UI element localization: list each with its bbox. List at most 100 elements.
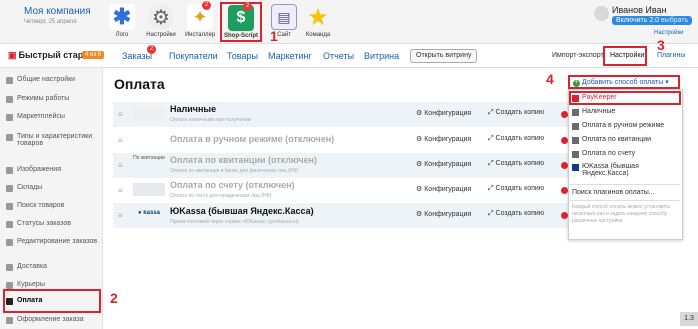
- sidebar-item-search[interactable]: Поиск товаров: [6, 202, 102, 210]
- sidebar-item-product-types[interactable]: Типы и характеристики товаров: [6, 133, 102, 147]
- truck-icon: [6, 264, 13, 271]
- plan-badge[interactable]: Включить 2.0 выбрать: [612, 16, 693, 25]
- dropdown-item-invoice[interactable]: Оплата по счету: [572, 150, 680, 158]
- paykeeper-icon: [572, 95, 579, 102]
- drag-handle-icon[interactable]: ≡: [118, 110, 123, 119]
- manual-icon: [572, 123, 579, 130]
- sidebar-item-modes[interactable]: Режимы работы: [6, 95, 102, 103]
- dropdown-item-paykeeper[interactable]: PayKeeper: [572, 94, 680, 102]
- add-payment-button[interactable]: + Добавить способ оплаты ▾: [568, 75, 680, 89]
- page-title: Оплата: [114, 76, 165, 92]
- warehouse-icon: [6, 185, 13, 192]
- user-name[interactable]: Иванов Иван: [612, 5, 667, 15]
- delete-icon[interactable]: [561, 162, 568, 169]
- sidebar-item-order-editing[interactable]: Редактирование заказов: [6, 238, 102, 246]
- sidebar-item-stocks[interactable]: Склады: [6, 184, 102, 192]
- sidebar-item-general[interactable]: Общие настройки: [6, 76, 102, 84]
- app-team[interactable]: ★ Команда: [300, 3, 336, 39]
- payment-name[interactable]: Оплата в ручном режиме (отключен): [170, 134, 334, 144]
- payment-logo: [133, 183, 165, 196]
- copy-button[interactable]: ⤢ Создать копию: [488, 185, 544, 193]
- payment-name[interactable]: Наличные: [170, 104, 216, 114]
- payment-logo: [133, 108, 165, 121]
- sidebar-item-checkout[interactable]: Оформление заказа: [6, 316, 102, 324]
- nav-products[interactable]: Товары: [227, 51, 258, 61]
- app-logo[interactable]: ✱ Лого: [104, 4, 140, 38]
- dropdown-divider: [570, 200, 680, 201]
- type-icon: [6, 134, 13, 141]
- settings-icon: [6, 77, 13, 84]
- configure-button[interactable]: ⚙ Конфигурация: [416, 160, 471, 168]
- invoice-icon: [572, 151, 579, 158]
- payment-desc: Оплата наличными при получении: [170, 117, 251, 123]
- payment-name[interactable]: ЮKassa (бывшая Яндекс.Касса): [170, 206, 314, 216]
- courier-icon: [6, 282, 13, 289]
- company-name[interactable]: Моя компания: [24, 6, 91, 17]
- receipt-icon: [572, 137, 579, 144]
- app-shop-script[interactable]: $2 Shop-Script: [220, 2, 262, 42]
- delete-icon[interactable]: [561, 137, 568, 144]
- search-plugins-link[interactable]: Поиск плагинов оплаты...: [572, 189, 680, 196]
- avatar[interactable]: [594, 6, 609, 21]
- sidebar-item-order-statuses[interactable]: Статусы заказов: [6, 220, 102, 228]
- open-storefront-button[interactable]: Открыть витрину: [410, 49, 478, 63]
- nav-settings[interactable]: Настройки: [610, 52, 644, 59]
- dropdown-item-cash[interactable]: Наличные: [572, 108, 680, 116]
- annotation-3: 3: [657, 37, 665, 53]
- orders-badge: 2: [147, 45, 156, 54]
- nav-marketing[interactable]: Маркетинг: [268, 51, 312, 61]
- sidebar-item-couriers[interactable]: Курьеры: [6, 281, 102, 289]
- copy-button[interactable]: ⤢ Создать копию: [488, 160, 544, 168]
- asterisk-icon: ✱: [109, 4, 135, 30]
- nav-storefront[interactable]: Витрина: [364, 51, 399, 61]
- sidebar-item-payment[interactable]: Оплата: [6, 297, 102, 305]
- nav-reports[interactable]: Отчеты: [323, 51, 354, 61]
- yookassa-icon: [572, 164, 579, 171]
- nav-plugins[interactable]: Плагины: [657, 52, 685, 59]
- quick-start[interactable]: ▣ Быстрый старт: [8, 50, 88, 61]
- status-icon: [6, 221, 13, 228]
- shop-script-icon: $2: [228, 2, 254, 31]
- star-icon: ★: [307, 3, 329, 31]
- search-icon: [6, 203, 13, 210]
- dropdown-item-manual[interactable]: Оплата в ручном режиме: [572, 122, 680, 130]
- app-installer[interactable]: ✦ 2 Инсталлер: [182, 1, 218, 38]
- delete-icon[interactable]: [561, 111, 568, 118]
- edit-icon: [6, 239, 13, 246]
- gear-icon: ⚙: [148, 4, 174, 30]
- payment-name[interactable]: Оплата по квитанции (отключен): [170, 155, 317, 165]
- configure-button[interactable]: ⚙ Конфигурация: [416, 210, 471, 218]
- marketplace-icon: [6, 114, 13, 121]
- configure-button[interactable]: ⚙ Конфигурация: [416, 185, 471, 193]
- delete-icon[interactable]: [561, 187, 568, 194]
- payment-logo: По квитанции: [133, 155, 165, 161]
- dropdown-item-receipt[interactable]: Оплата по квитанции: [572, 136, 680, 144]
- sidebar-item-shipping[interactable]: Доставка: [6, 263, 102, 271]
- copy-button[interactable]: ⤢ Создать копию: [488, 210, 544, 218]
- drag-handle-icon[interactable]: ≡: [118, 186, 123, 195]
- copy-button[interactable]: ⤢ Создать копию: [488, 135, 544, 143]
- drag-handle-icon[interactable]: ≡: [118, 211, 123, 220]
- cash-icon: [572, 109, 579, 116]
- drag-handle-icon[interactable]: ≡: [118, 136, 123, 145]
- dropdown-divider: [570, 184, 680, 185]
- quick-start-badge: 4 из 6: [82, 51, 105, 59]
- user-settings-link[interactable]: Настройки: [654, 30, 683, 36]
- configure-button[interactable]: ⚙ Конфигурация: [416, 135, 471, 143]
- site-icon: ▤: [271, 4, 297, 30]
- payment-desc: Оплата по счету для юридических лиц (РФ): [170, 193, 272, 199]
- annotation-2: 2: [110, 290, 118, 306]
- dropdown-item-yookassa[interactable]: ЮKassa (бывшая Яндекс.Касса): [572, 163, 680, 177]
- payment-name[interactable]: Оплата по счету (отключен): [170, 180, 295, 190]
- delete-icon[interactable]: [561, 212, 568, 219]
- copy-button[interactable]: ⤢ Создать копию: [488, 109, 544, 117]
- nav-customers[interactable]: Покупатели: [169, 51, 218, 61]
- configure-button[interactable]: ⚙ Конфигурация: [416, 109, 471, 117]
- sidebar-item-marketplaces[interactable]: Маркетплейсы: [6, 113, 102, 121]
- annotation-4: 4: [546, 71, 554, 87]
- mode-icon: [6, 96, 13, 103]
- drag-handle-icon[interactable]: ≡: [118, 161, 123, 170]
- sidebar-item-images[interactable]: Изображения: [6, 166, 102, 174]
- nav-import-export[interactable]: Импорт-экспорт: [552, 52, 604, 59]
- app-settings[interactable]: ⚙ Настройки: [143, 4, 179, 38]
